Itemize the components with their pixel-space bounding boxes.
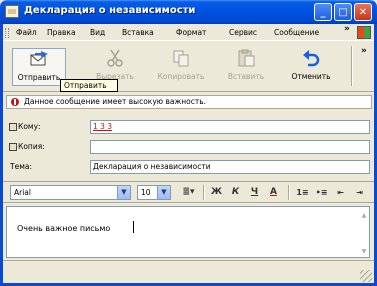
menu-grip-handle[interactable]	[5, 28, 9, 38]
font-size-value: 10	[141, 188, 151, 197]
address-book-icon[interactable]	[9, 123, 17, 131]
to-label[interactable]: Кому:	[18, 122, 41, 131]
undo-button[interactable]: Отменить	[284, 48, 338, 86]
font-color-button[interactable]: А	[265, 184, 282, 201]
numbered-list-icon[interactable]: 1≡	[294, 184, 311, 201]
menu-edit[interactable]: Правка	[47, 28, 76, 37]
send-tooltip: Отправить	[60, 79, 118, 92]
paragraph-style-icon[interactable]: ≣▾	[180, 184, 197, 201]
font-name-value: Arial	[14, 188, 31, 197]
window-title: Декларация о независимости	[24, 5, 196, 16]
envelope-icon[interactable]	[5, 5, 19, 18]
menu-file[interactable]: Файл	[16, 28, 37, 37]
scissors-icon	[105, 48, 125, 68]
clipboard-icon	[236, 48, 256, 68]
send-label: Отправить	[17, 73, 61, 82]
menu-insert[interactable]: Вставка	[122, 28, 154, 37]
copy-icon	[171, 48, 191, 68]
menu-overflow-chevron[interactable]: »	[344, 24, 350, 34]
underline-button[interactable]: Ч	[246, 184, 263, 201]
menu-format[interactable]: Формат	[176, 28, 206, 37]
undo-arrow-icon	[301, 48, 321, 68]
menu-tools[interactable]: Сервис	[229, 28, 257, 37]
high-importance-icon	[11, 98, 19, 106]
subject-label: Тема:	[10, 162, 32, 171]
close-button[interactable]: ✕	[354, 3, 372, 21]
toolbar-separator	[351, 46, 353, 86]
format-separator	[203, 185, 205, 200]
toolbar-overflow-chevron[interactable]: »	[361, 46, 367, 56]
chevron-down-icon[interactable]: ▼	[157, 186, 170, 199]
send-button[interactable]: Отправить	[12, 48, 66, 86]
font-name-select[interactable]: Arial ▼	[10, 185, 131, 200]
bullet-list-icon[interactable]: •≡	[313, 184, 330, 201]
address-book-icon[interactable]	[9, 143, 17, 151]
format-separator	[288, 185, 290, 200]
italic-button[interactable]: К	[227, 184, 244, 201]
decrease-indent-icon[interactable]: ⇤	[332, 184, 349, 201]
scroll-down-arrow[interactable]: ▼	[360, 248, 368, 256]
increase-indent-icon[interactable]: ⇥	[351, 184, 368, 201]
resize-grip[interactable]	[360, 270, 372, 282]
scroll-up-arrow[interactable]: ▲	[360, 212, 368, 220]
cc-label[interactable]: Копия:	[18, 142, 45, 151]
undo-label: Отменить	[291, 72, 331, 81]
status-bar	[3, 260, 374, 283]
maximize-button[interactable]: □	[334, 3, 352, 21]
minimize-button[interactable]: _	[314, 3, 332, 21]
copy-label: Копировать	[157, 72, 205, 81]
menu-view[interactable]: Вид	[90, 28, 105, 37]
font-size-select[interactable]: 10 ▼	[137, 185, 171, 200]
text-caret	[133, 221, 134, 233]
copy-button[interactable]: Копировать	[152, 48, 210, 86]
bold-button[interactable]: Ж	[208, 184, 225, 201]
recipient-value[interactable]: 1 3 3	[93, 122, 112, 131]
chevron-down-icon[interactable]: ▼	[117, 186, 130, 199]
importance-text: Данное сообщение имеет высокую важность.	[24, 97, 207, 106]
to-field[interactable]: 1 3 3	[90, 120, 370, 134]
close-icon: ✕	[358, 6, 368, 18]
windows-flag-logo	[357, 26, 371, 39]
cc-field[interactable]	[90, 140, 370, 154]
paste-label: Вставить	[227, 72, 265, 81]
subject-field[interactable]: Декларация о независимости	[90, 160, 370, 174]
message-body-text[interactable]: Очень важное письмо	[17, 224, 110, 233]
maximize-icon: □	[338, 6, 348, 18]
paste-button[interactable]: Вставить	[224, 48, 268, 86]
menu-message[interactable]: Сообщение	[274, 28, 319, 37]
send-envelope-icon	[29, 49, 49, 69]
minimize-icon: _	[320, 6, 326, 18]
